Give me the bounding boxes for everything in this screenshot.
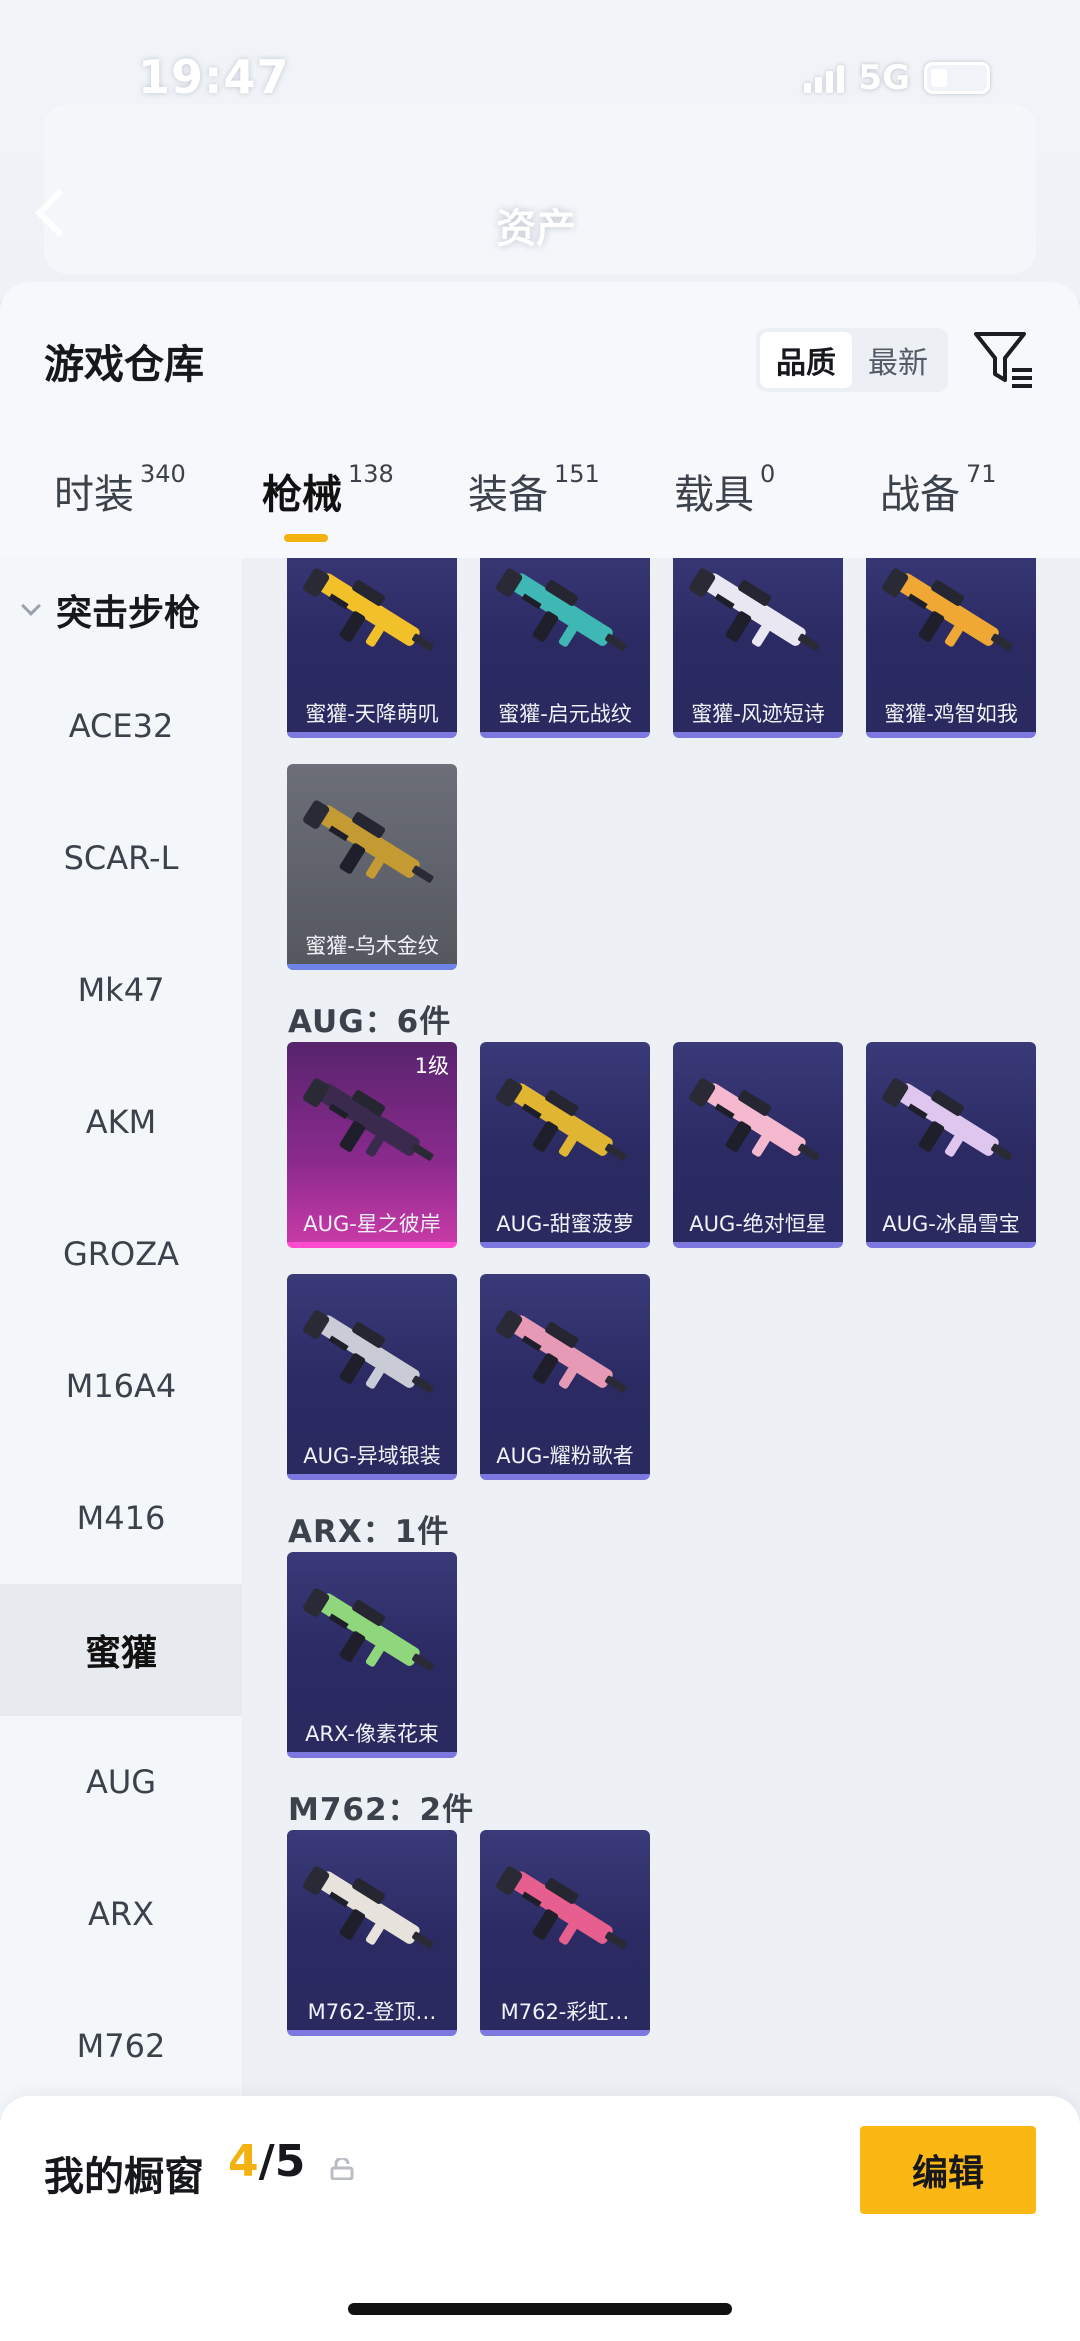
skin-card[interactable]: AUG-异域银装	[287, 1274, 457, 1480]
sort-newest-button[interactable]: 最新	[852, 332, 944, 388]
weapon-skin-image	[303, 568, 434, 651]
skin-card[interactable]: AUG-绝对恒星	[673, 1042, 843, 1248]
battery-icon	[924, 62, 990, 94]
edit-button[interactable]: 编辑	[860, 2126, 1036, 2214]
weapon-skin-image	[496, 1310, 627, 1393]
weapon-skin-image	[303, 1078, 434, 1161]
category-item[interactable]: M16A4	[0, 1320, 242, 1452]
skin-card[interactable]: M762-彩虹…	[480, 1830, 650, 2036]
category-item[interactable]: ARX	[0, 1848, 242, 1980]
skin-card[interactable]: 蜜獾-风迹短诗	[673, 558, 843, 738]
sheet-header: 游戏仓库 品质 最新	[0, 282, 1080, 420]
weapon-skin-image	[496, 1866, 627, 1949]
weapon-skin-image	[496, 1078, 627, 1161]
skin-card[interactable]: 1级 AUG-星之彼岸	[287, 1042, 457, 1248]
chevron-down-icon	[21, 596, 41, 616]
home-indicator	[348, 2303, 732, 2315]
skin-name: AUG-异域银装	[303, 1444, 441, 1468]
skin-name: AUG-甜蜜菠萝	[496, 1212, 634, 1236]
network-type: 5G	[858, 58, 910, 98]
group-title: ARX：1件	[288, 1514, 450, 1550]
skin-card[interactable]: AUG-甜蜜菠萝	[480, 1042, 650, 1248]
skin-name: AUG-冰晶雪宝	[882, 1212, 1020, 1236]
weapon-skin-image	[303, 1310, 434, 1393]
weapon-skin-image	[303, 1588, 434, 1671]
category-item[interactable]: ACE32	[0, 660, 242, 792]
skin-card[interactable]: AUG-冰晶雪宝	[866, 1042, 1036, 1248]
signal-icon	[804, 63, 845, 93]
skin-card[interactable]: AUG-耀粉歌者	[480, 1274, 650, 1480]
weapon-skin-image	[689, 568, 820, 651]
skin-name: AUG-耀粉歌者	[496, 1444, 634, 1468]
lock-icon	[330, 2158, 354, 2180]
category-tabs: 时装 340 枪械 138 装备 151 载具 0 战备 71	[0, 460, 1080, 554]
sort-quality-button[interactable]: 品质	[760, 332, 852, 388]
skin-name: M762-登顶…	[307, 2000, 437, 2024]
skin-name: AUG-星之彼岸	[303, 1212, 441, 1236]
skin-grid: 蜜獾-天降萌叽 蜜獾-启元战纹 蜜獾-风迹短诗 蜜獾-鸡智如我蜜獾-乌木金纹 AUG：6…	[242, 558, 1080, 2341]
filter-icon[interactable]	[972, 328, 1036, 390]
weapon-skin-image	[303, 800, 434, 883]
category-group-assault-rifles[interactable]: 突击步枪	[18, 584, 200, 636]
category-item[interactable]: M762	[0, 1980, 242, 2112]
skin-name: 蜜獾-天降萌叽	[305, 702, 439, 726]
tab-firearms[interactable]: 枪械 138	[262, 460, 394, 520]
sheet-title: 游戏仓库	[44, 342, 204, 388]
showcase-count: 4/5	[228, 2136, 306, 2187]
status-indicators: 5G	[804, 58, 990, 98]
skin-name: 蜜獾-启元战纹	[498, 702, 632, 726]
category-item[interactable]: SCAR-L	[0, 792, 242, 924]
weapon-skin-image	[882, 568, 1013, 651]
background-header: 19:47 5G 资产	[0, 0, 1080, 300]
game-warehouse-sheet: 游戏仓库 品质 最新 时装 340 枪械 138 装备 151 载具 0 战备 71 突击…	[0, 282, 1080, 2341]
category-item[interactable]: Mk47	[0, 924, 242, 1056]
skin-card[interactable]: 蜜獾-启元战纹	[480, 558, 650, 738]
skin-name: 蜜獾-风迹短诗	[691, 702, 825, 726]
skin-card[interactable]: M762-登顶…	[287, 1830, 457, 2036]
weapon-skin-image	[496, 568, 627, 651]
skin-card[interactable]: 蜜獾-天降萌叽	[287, 558, 457, 738]
skin-name: 蜜獾-乌木金纹	[305, 934, 439, 958]
weapon-skin-image	[303, 1866, 434, 1949]
category-item[interactable]: AKM	[0, 1056, 242, 1188]
tab-outfits[interactable]: 时装 340	[54, 460, 186, 520]
weapon-skin-image	[689, 1078, 820, 1161]
skin-card[interactable]: 蜜獾-乌木金纹	[287, 764, 457, 970]
group-title: AUG：6件	[288, 1004, 452, 1040]
skin-name: AUG-绝对恒星	[689, 1212, 827, 1236]
tab-vehicles[interactable]: 载具 0	[674, 460, 775, 520]
skin-name: ARX-像素花束	[305, 1722, 439, 1746]
category-item[interactable]: AUG	[0, 1716, 242, 1848]
skin-card[interactable]: 蜜獾-鸡智如我	[866, 558, 1036, 738]
level-badge: 1级	[414, 1054, 449, 1078]
showcase-label: 我的橱窗	[44, 2154, 204, 2200]
active-tab-indicator	[284, 534, 328, 542]
weapon-category-list: 突击步枪 ACE32 SCAR-L Mk47 AKM GROZA M16A4 M416 蜜獾 A…	[0, 558, 242, 2341]
skin-name: M762-彩虹…	[500, 2000, 630, 2024]
sort-toggle: 品质 最新	[756, 328, 948, 392]
status-time: 19:47	[138, 50, 290, 104]
category-item[interactable]: GROZA	[0, 1188, 242, 1320]
category-item[interactable]: M416	[0, 1452, 242, 1584]
tab-battle-prep[interactable]: 战备 71	[880, 460, 997, 520]
skin-name: 蜜獾-鸡智如我	[884, 702, 1018, 726]
group-title: M762：2件	[288, 1792, 475, 1828]
weapon-skin-image	[882, 1078, 1013, 1161]
category-item[interactable]: 蜜獾	[0, 1584, 242, 1716]
background-title: 资产	[496, 206, 576, 252]
skin-card[interactable]: ARX-像素花束	[287, 1552, 457, 1758]
tab-equipment[interactable]: 装备 151	[468, 460, 600, 520]
